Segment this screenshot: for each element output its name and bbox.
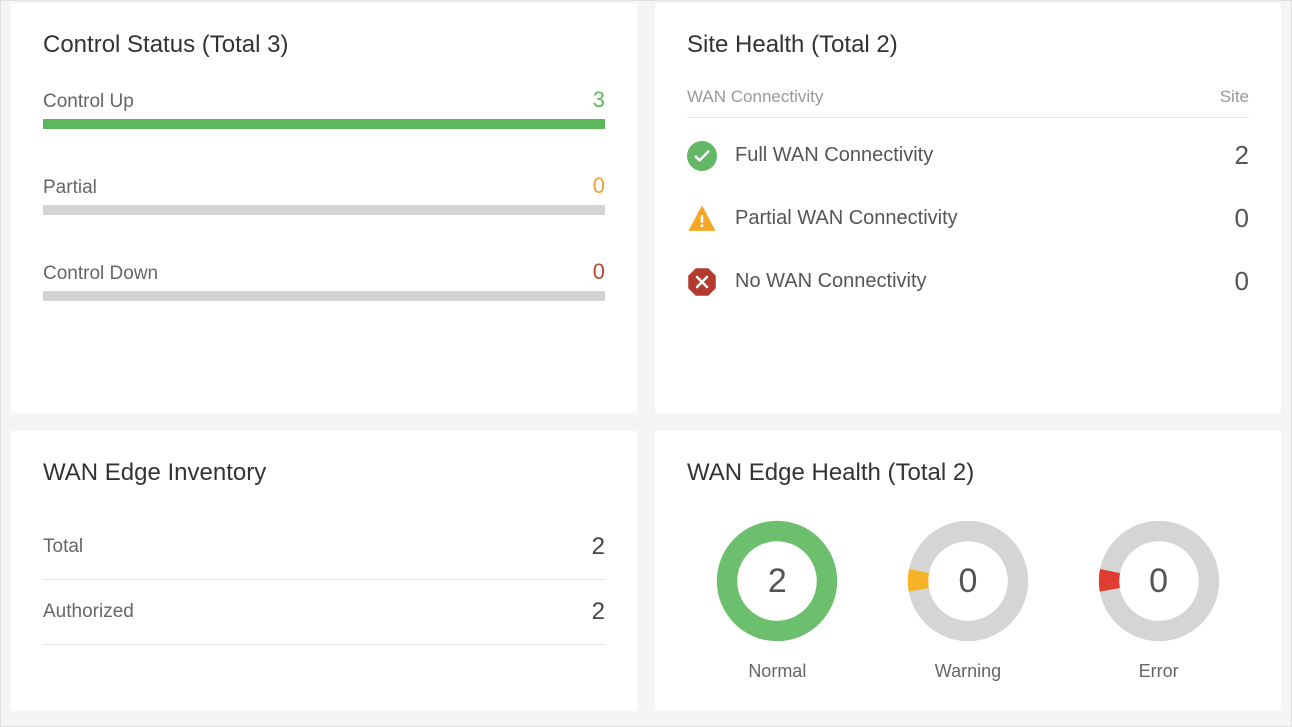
donut-warning-label: Warning — [935, 661, 1001, 682]
no-wan-value: 0 — [1235, 266, 1249, 297]
dashboard-grid: Control Status (Total 3) Control Up 3 Pa… — [1, 1, 1291, 721]
donut-warning[interactable]: 0 Warning — [902, 515, 1034, 682]
donut-normal-label: Normal — [748, 661, 806, 682]
donut-row: 2 Normal 0 Warning — [687, 515, 1249, 682]
warn-triangle-icon — [687, 204, 717, 234]
check-circle-icon — [687, 141, 717, 171]
inventory-authorized-row[interactable]: Authorized 2 — [43, 580, 605, 645]
control-up-label: Control Up — [43, 91, 134, 113]
no-wan-label: No WAN Connectivity — [735, 270, 1235, 293]
site-health-title: Site Health (Total 2) — [687, 31, 1249, 59]
partial-wan-label: Partial WAN Connectivity — [735, 207, 1235, 230]
donut-error-label: Error — [1139, 661, 1179, 682]
inventory-authorized-label: Authorized — [43, 601, 134, 623]
donut-normal[interactable]: 2 Normal — [711, 515, 843, 682]
donut-warning-value: 0 — [902, 515, 1034, 647]
wan-inventory-title: WAN Edge Inventory — [43, 459, 605, 487]
full-wan-value: 2 — [1235, 140, 1249, 171]
control-down-value: 0 — [593, 259, 605, 285]
donut-normal-value: 2 — [711, 515, 843, 647]
control-down-row[interactable]: Control Down 0 — [43, 259, 605, 301]
control-down-label: Control Down — [43, 263, 158, 285]
site-health-panel: Site Health (Total 2) WAN Connectivity S… — [655, 3, 1281, 413]
no-wan-row[interactable]: No WAN Connectivity 0 — [687, 266, 1249, 297]
control-up-bar — [43, 119, 605, 129]
inventory-authorized-value: 2 — [592, 598, 605, 626]
partial-value: 0 — [593, 173, 605, 199]
control-up-row[interactable]: Control Up 3 — [43, 87, 605, 129]
control-up-value: 3 — [593, 87, 605, 113]
partial-label: Partial — [43, 177, 97, 199]
inventory-total-label: Total — [43, 536, 83, 558]
wan-health-panel: WAN Edge Health (Total 2) 2 Normal — [655, 431, 1281, 711]
error-octagon-icon — [687, 267, 717, 297]
wan-inventory-panel: WAN Edge Inventory Total 2 Authorized 2 — [11, 431, 637, 711]
control-status-title: Control Status (Total 3) — [43, 31, 605, 59]
donut-error[interactable]: 0 Error — [1093, 515, 1225, 682]
full-wan-row[interactable]: Full WAN Connectivity 2 — [687, 140, 1249, 171]
partial-wan-row[interactable]: Partial WAN Connectivity 0 — [687, 203, 1249, 234]
wan-health-title: WAN Edge Health (Total 2) — [687, 459, 1249, 487]
partial-bar — [43, 205, 605, 215]
control-down-bar — [43, 291, 605, 301]
full-wan-label: Full WAN Connectivity — [735, 144, 1235, 167]
inventory-total-row[interactable]: Total 2 — [43, 515, 605, 580]
inventory-total-value: 2 — [592, 533, 605, 561]
wan-connectivity-header: WAN Connectivity — [687, 87, 823, 107]
partial-wan-value: 0 — [1235, 203, 1249, 234]
partial-row[interactable]: Partial 0 — [43, 173, 605, 215]
control-status-panel: Control Status (Total 3) Control Up 3 Pa… — [11, 3, 637, 413]
donut-error-value: 0 — [1093, 515, 1225, 647]
site-header: Site — [1220, 87, 1249, 107]
site-health-header: WAN Connectivity Site — [687, 87, 1249, 118]
